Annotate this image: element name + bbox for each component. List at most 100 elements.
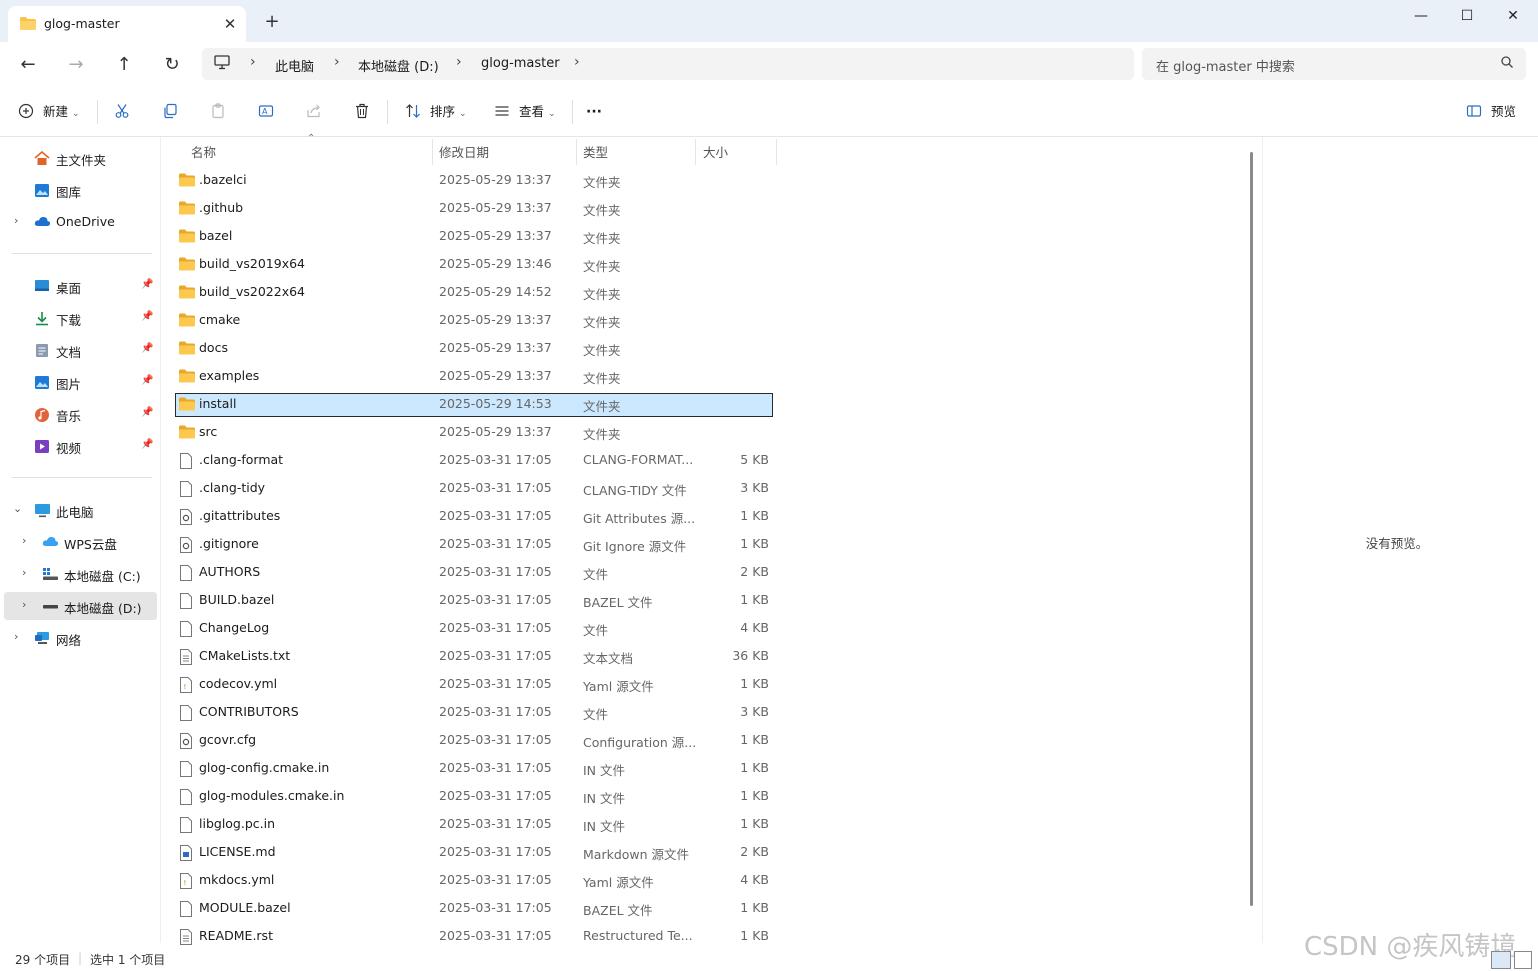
file-row[interactable]: BUILD.bazel 2025-03-31 17:05 BAZEL 文件 1 KB — [175, 589, 773, 613]
column-header-date[interactable]: 修改日期 — [439, 141, 489, 165]
file-name[interactable]: .clang-format — [199, 452, 283, 467]
file-name[interactable]: ChangeLog — [199, 620, 269, 635]
vertical-scrollbar[interactable] — [1250, 152, 1253, 906]
file-name[interactable]: libglog.pc.in — [199, 816, 275, 831]
column-header-name[interactable]: 名称 — [191, 141, 216, 165]
chevron-right-icon[interactable]: › — [14, 630, 18, 643]
column-divider[interactable] — [695, 139, 696, 165]
column-header-size[interactable]: 大小 — [703, 141, 728, 165]
file-name[interactable]: bazel — [199, 228, 232, 243]
file-name[interactable]: glog-modules.cmake.in — [199, 788, 344, 803]
file-row[interactable]: ChangeLog 2025-03-31 17:05 文件 4 KB — [175, 617, 773, 641]
view-button[interactable]: 查看 ⌄ — [494, 100, 556, 124]
sidebar-item-this-pc[interactable]: ⌄ 此电脑 — [0, 496, 157, 524]
sidebar-item-onedrive[interactable]: › OneDrive — [0, 208, 157, 236]
address-bar[interactable]: › 此电脑 › 本地磁盘 (D:) › glog-master › — [202, 48, 1134, 80]
folder-row[interactable]: .github 2025-05-29 13:37 文件夹 — [175, 197, 773, 221]
refresh-button[interactable]: ↻ — [158, 52, 186, 78]
file-row[interactable]: LICENSE.md 2025-03-31 17:05 Markdown 源文件 2 … — [175, 841, 773, 865]
file-name[interactable]: CONTRIBUTORS — [199, 704, 299, 719]
sidebar-item-drive-c[interactable]: › 本地磁盘 (C:) — [0, 560, 157, 588]
file-row[interactable]: gcovr.cfg 2025-03-31 17:05 Configuration 源… — [175, 729, 773, 753]
cut-button[interactable] — [114, 100, 130, 124]
file-name[interactable]: LICENSE.md — [199, 844, 276, 859]
pin-icon[interactable]: 📌 — [141, 311, 153, 322]
file-row[interactable]: libglog.pc.in 2025-03-31 17:05 IN 文件 1 KB — [175, 813, 773, 837]
more-options-button[interactable]: ··· — [586, 100, 602, 124]
chevron-right-icon[interactable]: › — [14, 214, 18, 227]
folder-row[interactable]: install 2025-05-29 14:53 文件夹 — [175, 393, 773, 417]
folder-row[interactable]: examples 2025-05-29 13:37 文件夹 — [175, 365, 773, 389]
search-placeholder[interactable]: 在 glog-master 中搜索 — [1156, 56, 1295, 75]
file-name[interactable]: docs — [199, 340, 228, 355]
file-row[interactable]: .clang-tidy 2025-03-31 17:05 CLANG-TIDY 文件… — [175, 477, 773, 501]
breadcrumb-glog-master[interactable]: glog-master — [481, 56, 560, 71]
sidebar-item-network[interactable]: › 网络 — [0, 624, 157, 652]
search-icon[interactable] — [1500, 55, 1514, 72]
file-row[interactable]: CONTRIBUTORS 2025-03-31 17:05 文件 3 KB — [175, 701, 773, 725]
file-name[interactable]: README.rst — [199, 928, 273, 943]
pin-icon[interactable]: 📌 — [141, 343, 153, 354]
file-row[interactable]: ! codecov.yml 2025-03-31 17:05 Yaml 源文件 1 KB — [175, 673, 773, 697]
folder-row[interactable]: .bazelci 2025-05-29 13:37 文件夹 — [175, 169, 773, 193]
delete-button[interactable] — [354, 100, 370, 124]
tab-glog-master[interactable]: glog-master ✕ — [8, 6, 246, 42]
back-button[interactable]: ← — [14, 52, 42, 78]
folder-row[interactable]: bazel 2025-05-29 13:37 文件夹 — [175, 225, 773, 249]
sidebar-item-music[interactable]: 音乐 📌 — [0, 400, 157, 428]
chevron-right-icon[interactable]: › — [574, 54, 580, 70]
file-row[interactable]: glog-modules.cmake.in 2025-03-31 17:05 IN … — [175, 785, 773, 809]
file-name[interactable]: install — [199, 396, 236, 411]
column-divider[interactable] — [776, 139, 777, 165]
breadcrumb-this-pc[interactable]: 此电脑 — [275, 56, 314, 75]
file-row[interactable]: AUTHORS 2025-03-31 17:05 文件 2 KB — [175, 561, 773, 585]
file-row[interactable]: CMakeLists.txt 2025-03-31 17:05 文本文档 36 KB — [175, 645, 773, 669]
file-row[interactable]: .gitignore 2025-03-31 17:05 Git Ignore 源文件… — [175, 533, 773, 557]
pin-icon[interactable]: 📌 — [141, 279, 153, 290]
file-name[interactable]: cmake — [199, 312, 240, 327]
sidebar-item-videos[interactable]: 视频 📌 — [0, 432, 157, 460]
column-divider[interactable] — [432, 139, 433, 165]
close-window-button[interactable]: ✕ — [1490, 6, 1536, 28]
tab-close-button[interactable]: ✕ — [220, 14, 240, 34]
folder-row[interactable]: build_vs2019x64 2025-05-29 13:46 文件夹 — [175, 253, 773, 277]
file-row[interactable]: MODULE.bazel 2025-03-31 17:05 BAZEL 文件 1 KB — [175, 897, 773, 921]
sidebar-item-gallery[interactable]: 图库 — [0, 176, 157, 204]
chevron-right-icon[interactable]: › — [456, 54, 462, 70]
chevron-down-icon[interactable]: ⌄ — [13, 502, 22, 515]
paste-button[interactable] — [210, 100, 226, 124]
pin-icon[interactable]: 📌 — [141, 407, 153, 418]
file-name[interactable]: src — [199, 424, 217, 439]
breadcrumb-drive-d[interactable]: 本地磁盘 (D:) — [358, 56, 439, 75]
file-name[interactable]: mkdocs.yml — [199, 872, 274, 887]
chevron-right-icon[interactable]: › — [22, 566, 26, 579]
chevron-right-icon[interactable]: › — [22, 534, 26, 547]
folder-row[interactable]: build_vs2022x64 2025-05-29 14:52 文件夹 — [175, 281, 773, 305]
minimize-button[interactable]: — — [1398, 6, 1444, 28]
rename-button[interactable]: A — [258, 100, 274, 124]
file-name[interactable]: CMakeLists.txt — [199, 648, 290, 663]
sidebar-item-wps-cloud[interactable]: › WPS云盘 — [0, 528, 157, 556]
file-name[interactable]: .bazelci — [199, 172, 247, 187]
preview-pane-button[interactable]: 预览 — [1466, 100, 1516, 124]
folder-row[interactable]: cmake 2025-05-29 13:37 文件夹 — [175, 309, 773, 333]
forward-button[interactable]: → — [62, 52, 90, 78]
sidebar-item-drive-d[interactable]: › 本地磁盘 (D:) — [4, 592, 157, 620]
copy-button[interactable] — [162, 100, 178, 124]
large-icons-view-toggle[interactable] — [1514, 951, 1532, 969]
file-name[interactable]: glog-config.cmake.in — [199, 760, 329, 775]
file-name[interactable]: build_vs2019x64 — [199, 256, 305, 271]
pin-icon[interactable]: 📌 — [141, 375, 153, 386]
file-name[interactable]: .clang-tidy — [199, 480, 265, 495]
sidebar-item-home[interactable]: 主文件夹 — [0, 144, 157, 172]
file-row[interactable]: glog-config.cmake.in 2025-03-31 17:05 IN 文… — [175, 757, 773, 781]
sidebar-item-pictures[interactable]: 图片 📌 — [0, 368, 157, 396]
sidebar-item-desktop[interactable]: 桌面 📌 — [0, 272, 157, 300]
maximize-button[interactable]: ☐ — [1444, 6, 1490, 28]
new-tab-button[interactable]: + — [262, 12, 282, 32]
share-button[interactable] — [306, 100, 322, 124]
chevron-right-icon[interactable]: › — [334, 54, 340, 70]
file-row[interactable]: ! mkdocs.yml 2025-03-31 17:05 Yaml 源文件 4 KB — [175, 869, 773, 893]
file-row[interactable]: .clang-format 2025-03-31 17:05 CLANG-FORMA… — [175, 449, 773, 473]
new-button[interactable]: 新建 ⌄ — [18, 100, 80, 124]
